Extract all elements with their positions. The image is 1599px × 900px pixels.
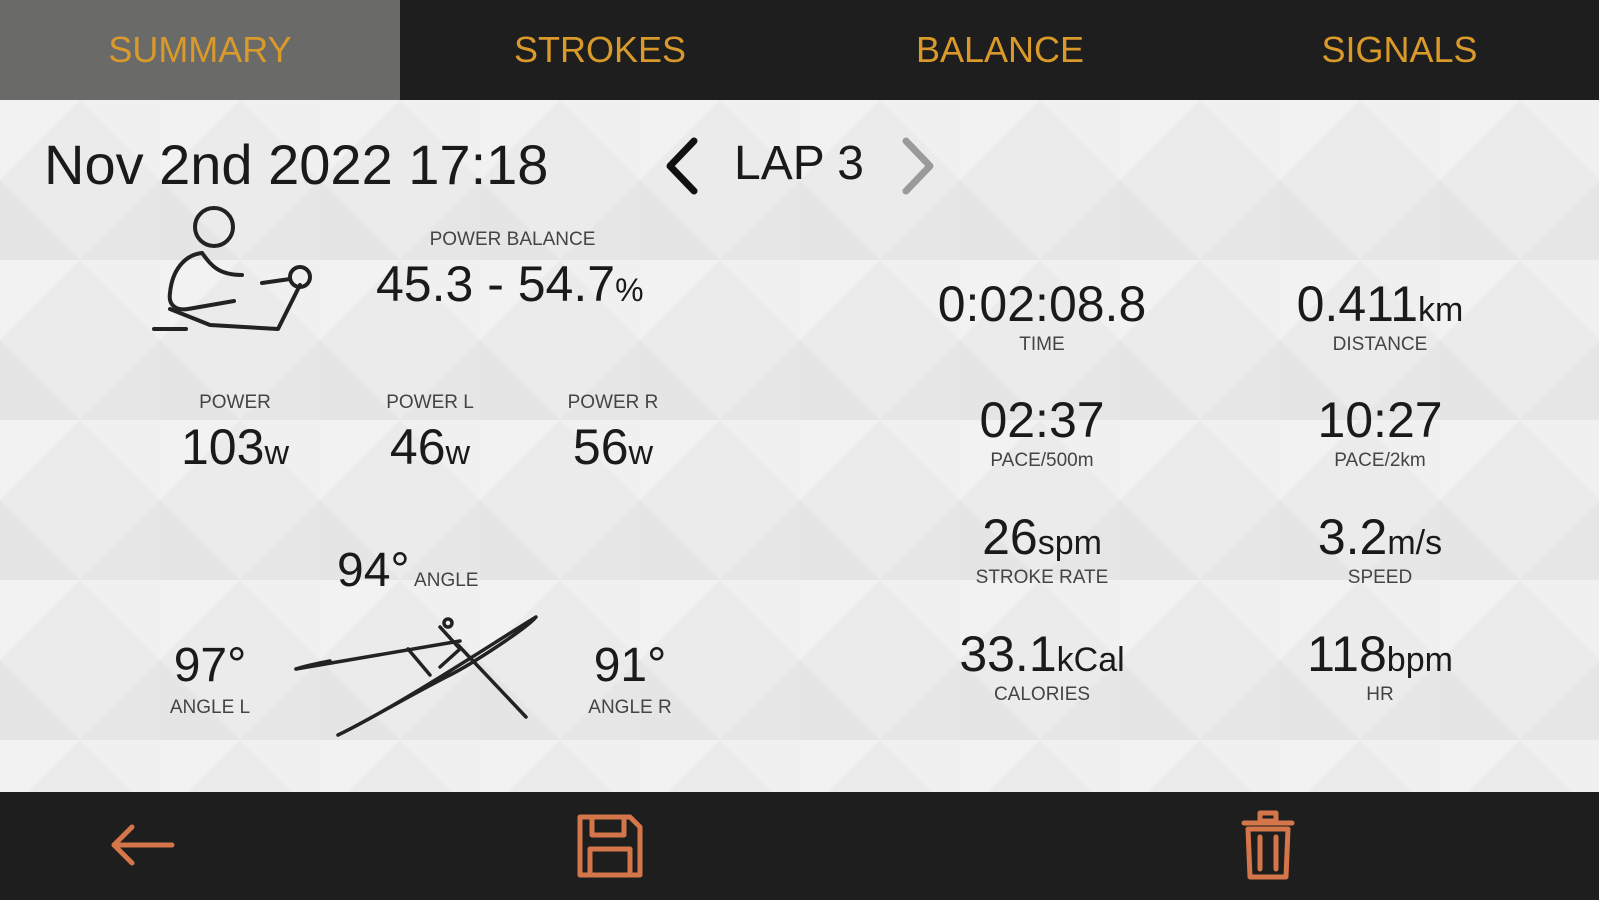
power-right-unit: w [628,434,654,472]
power-value: 103w [165,418,305,476]
hr-label: HR [1366,684,1394,705]
boat-oars-icon [294,615,538,737]
stroke-rate-number: 26 [982,509,1038,565]
pace2k-value: 10:27 [1230,391,1530,449]
distance-value: 0.411km [1230,275,1530,333]
tab-balance[interactable]: BALANCE [800,0,1200,100]
power-unit: w [264,434,289,472]
lap-label: LAP 3 [734,137,864,190]
power-balance-unit: % [615,272,644,308]
distance-label: DISTANCE [1332,334,1428,355]
tab-strokes[interactable]: STROKES [400,0,800,100]
calories-value: 33.1kCal [892,625,1192,683]
power-balance-label: POWER BALANCE [429,229,596,250]
trash-icon[interactable] [1240,809,1296,881]
angle-total: 94° ANGLE [337,543,478,598]
pace500-label: PACE/500m [990,450,1094,471]
speed-unit: m/s [1387,524,1443,562]
power-left-label: POWER L [386,392,474,413]
power-left-value: 46w [360,418,500,476]
calories-number: 33.1 [959,626,1057,682]
chevron-left-icon[interactable] [660,135,704,197]
calories-unit: kCal [1056,641,1125,679]
calories-label: CALORIES [993,684,1091,705]
stroke-rate-value: 26spm [892,508,1192,566]
speed-value: 3.2m/s [1230,508,1530,566]
pace500-number: 02:37 [979,392,1105,448]
speed-label: SPEED [1347,567,1413,588]
power-left-number: 46 [389,419,446,475]
chevron-right-icon[interactable] [896,135,940,197]
bottom-toolbar [0,792,1599,900]
pace2k-number: 10:27 [1317,392,1443,448]
time-number: 0:02:08.8 [937,276,1147,332]
time-value: 0:02:08.8 [892,275,1192,333]
power-number: 103 [181,419,265,475]
pace2k-label: PACE/2km [1334,450,1426,471]
distance-unit: km [1418,291,1464,329]
power-right-value: 56w [543,418,683,476]
angle-left-label: ANGLE L [169,697,251,718]
app-root: SUMMARY STROKES BALANCE SIGNALS Nov 2nd … [0,0,1599,900]
tab-bar: SUMMARY STROKES BALANCE SIGNALS [0,0,1599,100]
tab-summary[interactable]: SUMMARY [0,0,400,100]
save-icon[interactable] [576,813,644,879]
hr-unit: bpm [1386,641,1453,679]
session-date: Nov 2nd 2022 17:18 [44,133,549,196]
power-label: POWER [199,392,271,413]
stroke-rate-label: STROKE RATE [975,567,1109,588]
tab-signals[interactable]: SIGNALS [1200,0,1599,100]
power-balance-number: 45.3 - 54.7 [376,256,616,312]
power-right-number: 56 [572,419,629,475]
distance-number: 0.411 [1296,276,1419,332]
hr-number: 118 [1307,626,1387,682]
power-right-label: POWER R [567,392,659,413]
pace500-value: 02:37 [892,391,1192,449]
angle-total-label: ANGLE [414,570,479,591]
angle-right-value: 91° [593,639,667,692]
power-balance-value: 45.3 - 54.7% [376,255,644,313]
speed-number: 3.2 [1317,509,1388,565]
angle-right-label: ANGLE R [588,697,672,718]
power-left-unit: w [445,434,471,472]
angle-left-value: 97° [173,639,247,692]
stroke-rate-unit: spm [1037,524,1102,562]
angle-total-value: 94° [337,544,410,597]
time-label: TIME [1019,334,1065,355]
hr-value: 118bpm [1230,625,1530,683]
rower-icon [152,206,312,331]
back-arrow-icon[interactable] [108,822,178,868]
